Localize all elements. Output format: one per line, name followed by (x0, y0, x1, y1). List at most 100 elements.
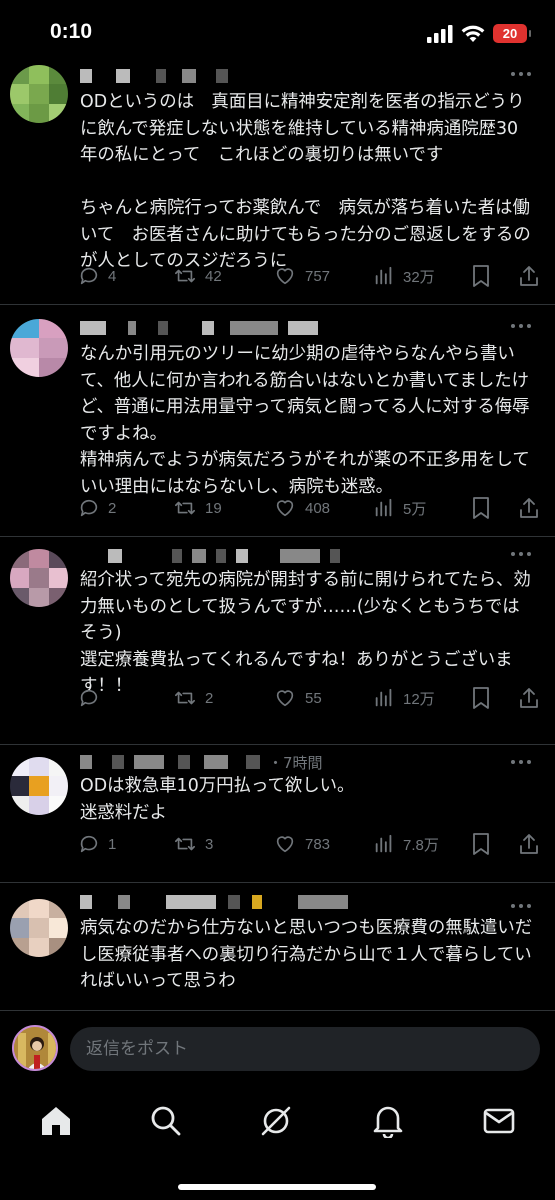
blurred-name-part (216, 69, 228, 83)
share-icon (520, 266, 538, 286)
messages-icon (483, 1108, 515, 1134)
blurred-name-part (178, 755, 190, 769)
blurred-name-part (202, 321, 214, 335)
views-icon (375, 834, 392, 853)
share-icon (520, 688, 538, 708)
retweet-icon (175, 501, 195, 515)
heart-icon (276, 500, 294, 517)
like-count: 55 (305, 689, 322, 707)
blurred-name-part (192, 549, 206, 563)
blurred-name-part (236, 549, 248, 563)
views-button[interactable]: 7.8万 (373, 833, 439, 855)
views-button[interactable]: 32万 (373, 265, 435, 287)
reply-text: 紹介状って宛先の病院が開封する前に開けられてたら、効力無いものとして扱うんですが… (80, 570, 531, 696)
reply-input[interactable] (70, 1027, 540, 1071)
retweet-icon (175, 269, 195, 283)
retweet-button[interactable]: 3 (173, 833, 213, 855)
like-button[interactable]: 783 (273, 833, 330, 855)
share-button[interactable] (518, 264, 540, 288)
reply-count: 1 (108, 835, 117, 853)
reply-button[interactable] (78, 687, 108, 709)
more-icon[interactable] (511, 549, 535, 559)
retweet-button[interactable]: 19 (173, 497, 222, 519)
action-bar: 2 55 12万 (78, 683, 540, 713)
reply-button[interactable]: 1 (78, 833, 116, 855)
share-button[interactable] (518, 496, 540, 520)
home-indicator[interactable] (178, 1184, 376, 1190)
reply-item[interactable]: なんか引用元のツリーに幼少期の虐待やらなんやら書いて、他人に何か言われる筋合いは… (0, 305, 555, 537)
heart-icon (276, 690, 294, 707)
tab-messages[interactable] (481, 1103, 517, 1139)
author-row (80, 317, 318, 339)
retweet-icon (175, 837, 195, 851)
blurred-name-part (112, 755, 124, 769)
tab-notifications[interactable] (370, 1103, 406, 1139)
battery-indicator: 20 (493, 24, 531, 43)
my-avatar[interactable] (12, 1025, 58, 1071)
reply-icon (80, 499, 98, 517)
reply-icon (80, 267, 98, 285)
bookmark-button[interactable] (471, 832, 491, 856)
reply-item[interactable]: 紹介状って宛先の病院が開封する前に開けられてたら、効力無いものとして扱うんですが… (0, 537, 555, 745)
avatar[interactable] (10, 549, 68, 607)
reply-item[interactable]: ODというのは 真面目に精神安定剤を医者の指示どうりに飲んで発症しない状態を維持… (0, 55, 555, 305)
author-row (80, 891, 348, 913)
tab-home[interactable] (38, 1103, 74, 1139)
blurred-name-part (128, 321, 136, 335)
like-count: 757 (305, 267, 331, 285)
blurred-name-part (182, 69, 196, 83)
like-button[interactable]: 408 (273, 497, 330, 519)
heart-icon (276, 836, 294, 853)
reply-icon (80, 835, 98, 853)
share-icon (520, 498, 538, 518)
views-button[interactable]: 12万 (373, 687, 435, 709)
more-icon[interactable] (511, 901, 535, 911)
blurred-name (80, 321, 106, 335)
retweet-count: 19 (205, 499, 222, 517)
like-button[interactable]: 55 (273, 687, 322, 709)
reply-button[interactable]: 2 (78, 497, 116, 519)
retweet-button[interactable]: 2 (173, 687, 213, 709)
bookmark-button[interactable] (471, 686, 491, 710)
tab-search[interactable] (148, 1103, 184, 1139)
post-time: ・7時間 (268, 753, 323, 772)
bookmark-icon (473, 833, 489, 855)
avatar[interactable] (10, 65, 68, 123)
retweet-count: 42 (205, 267, 222, 285)
retweet-button[interactable]: 42 (173, 265, 222, 287)
blurred-name-part (118, 895, 130, 909)
avatar[interactable] (10, 757, 68, 815)
bottom-tab-bar (0, 1085, 555, 1200)
blurred-name-part (330, 549, 340, 563)
views-icon (375, 688, 392, 707)
reply-button[interactable]: 4 (78, 265, 116, 287)
bookmark-button[interactable] (471, 496, 491, 520)
reply-item[interactable]: ・7時間 ODは救急車10万円払って欲しい。 迷惑料だよ 1 3 783 7.8… (0, 745, 555, 883)
author-row: ・7時間 (80, 751, 323, 773)
view-count: 32万 (403, 268, 435, 286)
more-icon[interactable] (511, 321, 535, 331)
retweet-count: 2 (205, 689, 214, 707)
blurred-name-part (204, 755, 228, 769)
blurred-name-part (166, 895, 216, 909)
blurred-name-part (156, 69, 166, 83)
blurred-name-part (228, 895, 240, 909)
bookmark-icon (473, 265, 489, 287)
bookmark-button[interactable] (471, 264, 491, 288)
avatar[interactable] (10, 319, 68, 377)
share-button[interactable] (518, 832, 540, 856)
bookmark-icon (473, 687, 489, 709)
share-icon (520, 834, 538, 854)
views-button[interactable]: 5万 (373, 497, 426, 519)
share-button[interactable] (518, 686, 540, 710)
reply-icon (80, 689, 98, 707)
more-icon[interactable] (511, 757, 535, 767)
tab-grok[interactable] (258, 1103, 294, 1139)
like-button[interactable]: 757 (273, 265, 330, 287)
avatar[interactable] (10, 899, 68, 957)
bookmark-icon (473, 497, 489, 519)
reply-item[interactable]: 病気なのだから仕方ないと思いつつも医療費の無駄遣いだし医療従事者への裏切り行為だ… (0, 883, 555, 1013)
blurred-name (80, 755, 92, 769)
more-icon[interactable] (511, 69, 535, 79)
reply-feed: ODというのは 真面目に精神安定剤を医者の指示どうりに飲んで発症しない状態を維持… (0, 55, 555, 1013)
